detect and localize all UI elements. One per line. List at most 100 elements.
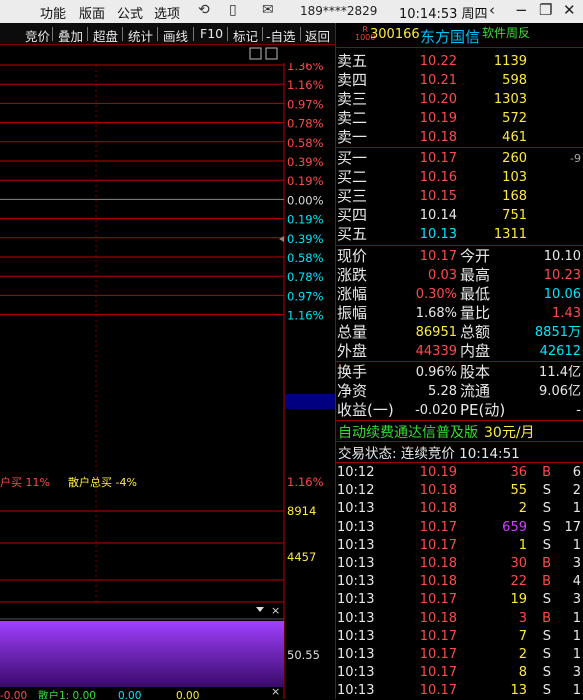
tick-direction: S [542, 537, 551, 553]
tick-volume: 55 [510, 483, 527, 499]
tick-volume: 7 [518, 628, 527, 644]
toolbar-divider [193, 27, 194, 41]
mail-icon[interactable]: ✉ [262, 2, 274, 18]
ask-row[interactable]: 卖五 10.22 1139 [336, 52, 583, 71]
tool-superdisk[interactable]: 超盘 [93, 26, 118, 45]
tick-direction: B [542, 556, 551, 571]
ask-row[interactable]: 卖二 10.19 572 [336, 109, 583, 128]
bid-row[interactable]: 买一 10.17 260 -9 [336, 149, 583, 168]
minimize-icon[interactable]: − [515, 1, 528, 19]
tick-count: 3 [572, 592, 581, 608]
ask-volume: 1139 [493, 54, 527, 69]
restore-icon[interactable]: ❐ [539, 1, 552, 19]
tick-row: 10:12 10.19 36 B 6 [336, 464, 583, 482]
tick-price: 10.18 [419, 574, 457, 590]
tick-time: 10:13 [337, 556, 375, 571]
tool-back[interactable]: 返回 [305, 26, 330, 45]
ask-volume: 1303 [493, 92, 527, 107]
stat-label: 振幅 [337, 304, 368, 322]
tick-direction: S [542, 628, 551, 644]
tick-price: 10.17 [419, 592, 457, 608]
stat-label: 总额 [460, 323, 491, 341]
stock-name[interactable]: 东方国信 [420, 26, 480, 47]
bid-row[interactable]: 买二 10.16 103 [336, 168, 583, 187]
tick-direction: S [542, 519, 551, 535]
tick-row: 10:13 10.18 2 S 1 [336, 500, 583, 518]
tick-time: 10:13 [337, 610, 375, 626]
ask-price: 10.18 [419, 130, 457, 145]
toolbar-divider [157, 27, 158, 41]
tick-volume: 8 [518, 665, 527, 681]
bid-row[interactable]: 买四 10.14 751 [336, 206, 583, 225]
clock: 10:14:53 周四 [399, 7, 488, 22]
toolbar-divider [227, 27, 228, 41]
phone-device-icon[interactable]: ▯ [229, 2, 237, 18]
fundamental-value: -0.020 [415, 403, 457, 418]
promo-text: 自动续费通达信普及版 [338, 425, 478, 441]
tick-row: 10:13 10.17 8 S 3 [336, 664, 583, 682]
tick-direction: S [542, 501, 551, 517]
refresh-icon[interactable]: ⟲ [198, 2, 210, 18]
tick-volume: 2 [518, 501, 527, 517]
legend-item: -0.00 [0, 690, 27, 699]
tool-mark[interactable]: 标记 [233, 26, 258, 45]
bid-label: 买五 [337, 225, 368, 243]
tool-auction[interactable]: 竞价 [25, 26, 50, 45]
bid-price: 10.15 [419, 189, 457, 204]
close-icon[interactable]: × [271, 685, 280, 698]
tick-row: 10:13 10.17 1 S 1 [336, 537, 583, 555]
chart-header-bar [0, 45, 335, 63]
tool-remove-watchlist[interactable]: -自选 [266, 26, 296, 45]
stat-value: 10.10 [543, 249, 581, 264]
tick-direction: S [542, 647, 551, 662]
tick-row: 10:13 10.17 13 S 1 [336, 682, 583, 700]
tick-time: 10:13 [337, 647, 375, 662]
tick-time: 10:13 [337, 665, 375, 681]
tick-row: 10:13 10.18 3 B 1 [336, 610, 583, 628]
tool-overlay[interactable]: 叠加 [58, 26, 83, 45]
menu-function[interactable]: 功能 [40, 3, 66, 22]
menu-formula[interactable]: 公式 [117, 3, 143, 22]
stat-row: 振幅 1.68% 量比 1.43 [336, 304, 583, 323]
menu-bar: 功能 版面 公式 选项 ⟲ ▯ ✉ 189****2829 10:14:53 周… [0, 0, 583, 23]
tick-volume: 36 [510, 465, 527, 480]
stat-value: 10.23 [543, 268, 581, 283]
intraday-chart[interactable]: 1.36%1.16%0.97%0.78%0.58%0.39%0.19%0.00%… [0, 45, 335, 699]
tool-draw-line[interactable]: 画线 [163, 26, 188, 45]
tick-count: 1 [572, 647, 581, 662]
tool-f10[interactable]: F10 [200, 26, 223, 41]
pct-axis-label: 1.16% [287, 78, 324, 92]
stat-row: 涨跌 0.03 最高 10.23 [336, 266, 583, 285]
pct-axis-label: 0.39% [287, 155, 324, 169]
tick-time: 10:13 [337, 574, 375, 590]
ask-row[interactable]: 卖三 10.20 1303 [336, 90, 583, 109]
tick-price: 10.17 [419, 665, 457, 681]
pct-axis-label: 0.97% [287, 289, 324, 303]
tick-time: 10:13 [337, 537, 375, 553]
back-icon[interactable]: ‹ [489, 1, 495, 19]
report-tag[interactable]: 软件周反 [482, 24, 530, 41]
menu-layout[interactable]: 版面 [79, 3, 105, 22]
tool-statistics[interactable]: 统计 [128, 26, 153, 45]
close-icon[interactable]: ✕ [563, 1, 576, 19]
stat-value: 42612 [539, 344, 581, 359]
quote-header: R 1000 300166 东方国信 软件周反 [336, 23, 583, 48]
toolbar-divider [262, 27, 263, 41]
stat-row: 涨幅 0.30% 最低 10.06 [336, 285, 583, 304]
tick-count: 1 [572, 537, 581, 553]
ask-row[interactable]: 卖一 10.18 461 [336, 128, 583, 147]
promo-banner[interactable]: 自动续费通达信普及版 30元/月 [338, 422, 535, 442]
indicator-area [0, 621, 284, 687]
fundamental-label: 换手 [337, 363, 368, 381]
close-subpanel-icon[interactable]: × [271, 604, 280, 617]
ask-row[interactable]: 卖四 10.21 598 [336, 71, 583, 90]
bid-row[interactable]: 买五 10.13 1311 [336, 225, 583, 244]
ask-volume: 598 [502, 73, 527, 88]
stat-label: 最高 [460, 266, 491, 284]
bid-row[interactable]: 买三 10.15 168 [336, 187, 583, 206]
fundamental-row: 换手 0.96% 股本 11.4亿 [336, 363, 583, 382]
bid-volume: 1311 [493, 227, 527, 242]
tick-volume: 13 [510, 683, 527, 699]
menu-options[interactable]: 选项 [154, 3, 180, 22]
tick-row: 10:13 10.17 7 S 1 [336, 628, 583, 646]
